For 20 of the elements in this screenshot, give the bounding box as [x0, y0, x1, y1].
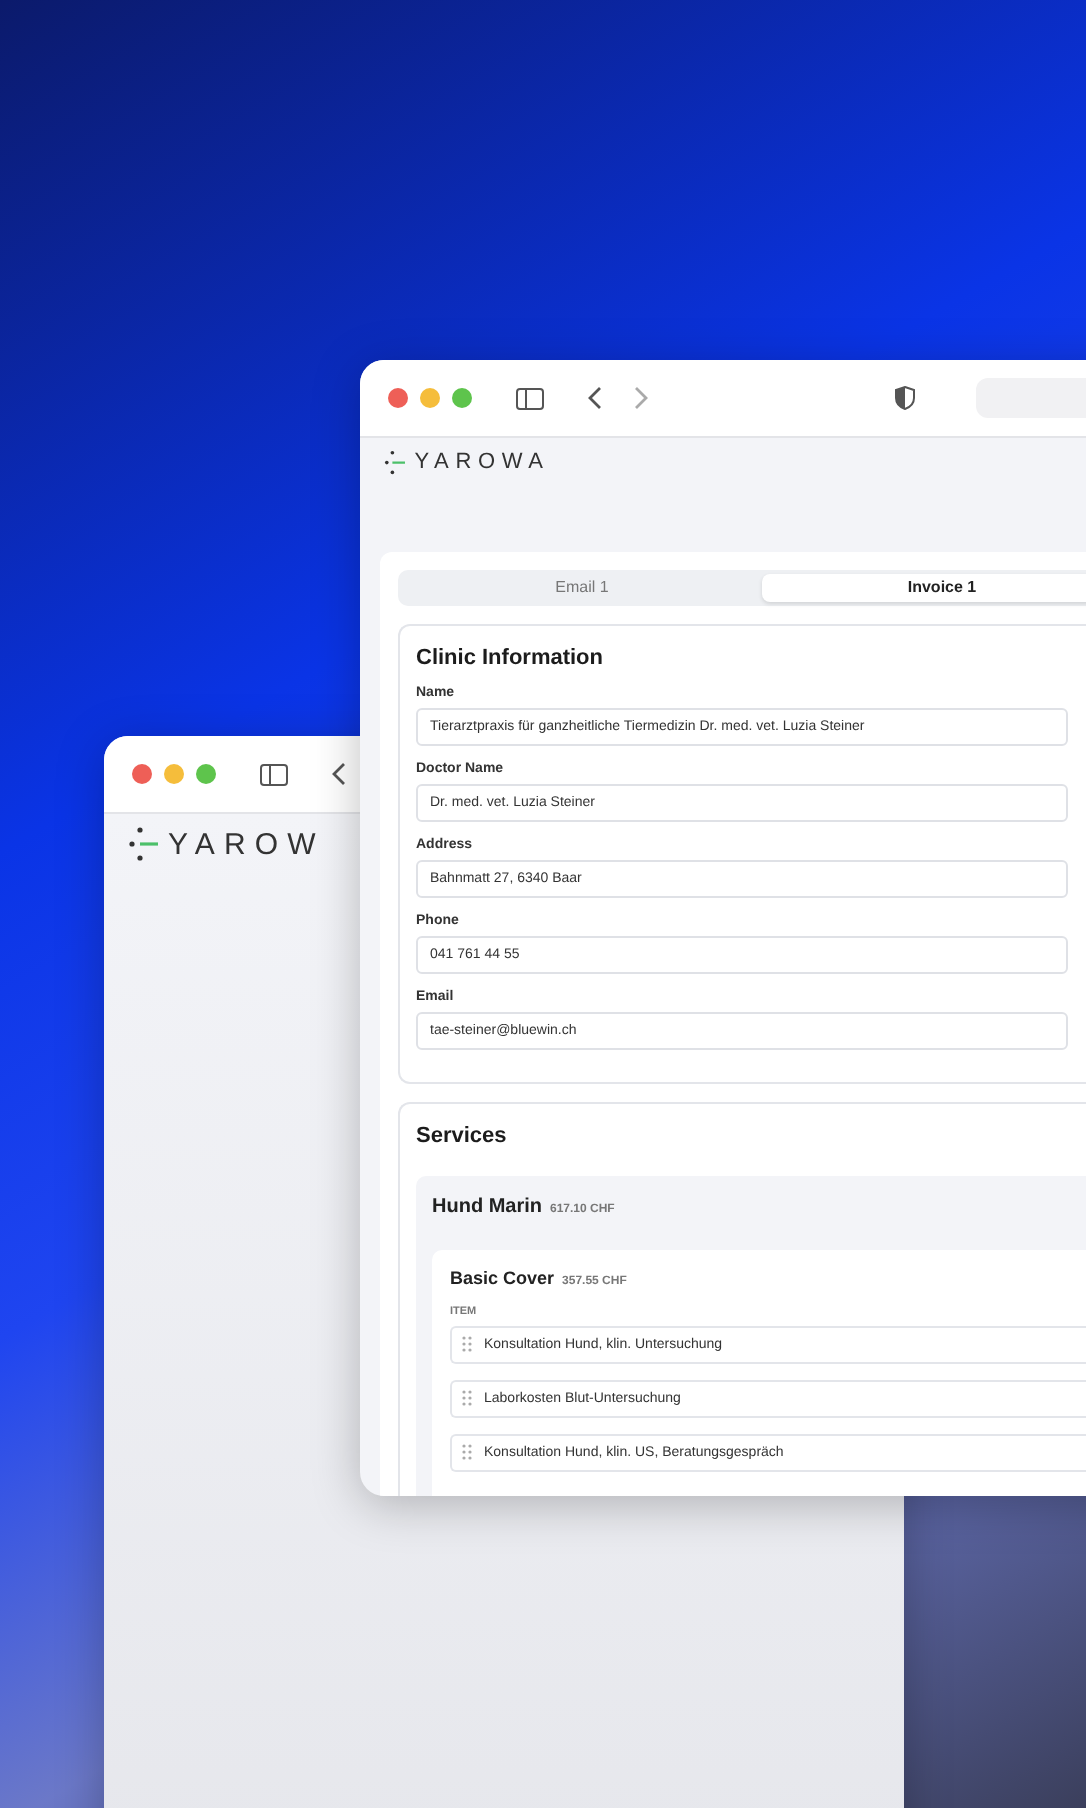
back-icon[interactable]: [588, 386, 602, 410]
sidebar-icon[interactable]: [260, 763, 288, 785]
drag-handle-icon[interactable]: [462, 1390, 472, 1407]
patient-name: Hund Marin: [432, 1195, 542, 1218]
shield-icon[interactable]: [893, 386, 915, 410]
card-title: Clinic Information: [416, 645, 605, 670]
tab[interactable]: Email 1: [402, 573, 762, 602]
drag-handle-icon[interactable]: [462, 1336, 472, 1353]
sidebar-icon[interactable]: [516, 387, 544, 409]
cover-name: Basic Cover: [450, 1267, 555, 1288]
logo-text: YAROW: [168, 827, 325, 861]
card-title: Services: [416, 1123, 509, 1148]
traffic-lights-icon: [132, 764, 216, 784]
traffic-lights-icon: [388, 388, 472, 408]
logo-icon: [384, 450, 407, 476]
back-icon[interactable]: [332, 762, 346, 786]
logo-text: YAROWA: [414, 450, 550, 475]
drag-handle-icon[interactable]: [462, 1444, 472, 1461]
tab[interactable]: Invoice 1: [762, 573, 1086, 602]
logo-icon: [128, 826, 160, 862]
